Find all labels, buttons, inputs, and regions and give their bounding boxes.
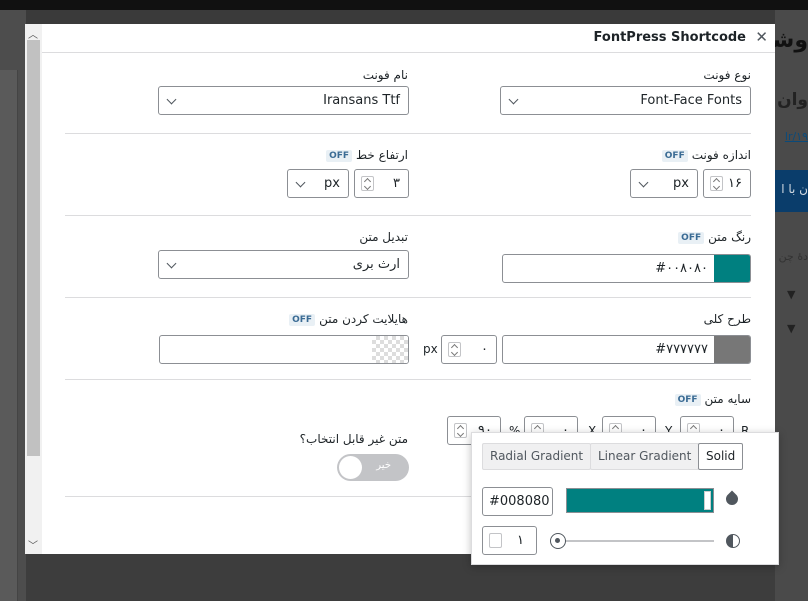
slider-thumb[interactable] (550, 533, 566, 549)
font-type-select[interactable]: Font-Face Fonts (500, 86, 751, 115)
sidebar-column (0, 70, 18, 601)
text-color-label: رنگ متنOFF (678, 230, 751, 244)
outline-unit: px (423, 342, 438, 356)
off-badge[interactable]: OFF (678, 232, 705, 244)
unselectable-toggle[interactable]: خیر (337, 454, 409, 481)
off-badge[interactable]: OFF (289, 314, 316, 326)
text-shadow-label: سایه متنOFF (674, 392, 751, 406)
text-transform-select[interactable]: ارث بری (158, 250, 409, 279)
bg-chevron-icon: ▼ (787, 288, 796, 301)
font-type-label: نوع فونت (703, 68, 751, 82)
font-size-label-text: اندازه فونت (691, 148, 751, 162)
scroll-down-icon[interactable]: ﹀ (28, 537, 38, 552)
color-preview-bar[interactable] (566, 488, 714, 513)
outline-label: طرح کلی (703, 312, 751, 326)
bg-subtitle-fragment: وان (777, 90, 808, 110)
line-height-label-text: ارتفاع خط (356, 148, 408, 162)
chevron-down-icon (638, 177, 649, 188)
divider (65, 379, 751, 380)
stepper-icon[interactable] (454, 423, 467, 438)
contrast-icon (726, 534, 740, 548)
outline-color-value: #۷۷۷۷۷۷ (655, 342, 708, 357)
color-picker-popover: Radial Gradient Linear Gradient Solid #0… (471, 432, 779, 565)
text-shadow-label-text: سایه متن (704, 392, 751, 406)
font-name-value: Iransans Ttf (323, 93, 400, 108)
stepper-icon[interactable] (448, 342, 461, 357)
chevron-down-icon (166, 94, 177, 105)
outline-width-input[interactable]: ۰ (441, 335, 497, 364)
stepper-icon[interactable] (489, 533, 502, 548)
modal-scrollbar[interactable]: ︿ ﹀ (25, 24, 42, 554)
outline-color-field[interactable]: #۷۷۷۷۷۷ (502, 335, 751, 364)
off-badge[interactable]: OFF (661, 150, 688, 162)
divider (65, 133, 751, 134)
text-color-value: #۰۰۸۰۸۰ (655, 261, 708, 276)
stepper-icon[interactable] (710, 176, 723, 191)
tab-radial-gradient[interactable]: Radial Gradient (482, 443, 592, 470)
bg-link-fragment: lr/۱۹ (784, 130, 808, 143)
highlight-label: هایلایت کردن متنOFF (289, 312, 408, 326)
unselectable-label: متن غیر قابل انتخاب؟ (299, 432, 408, 446)
bg-chevron-icon: ▼ (787, 322, 796, 335)
text-transform-value: ارث بری (352, 257, 400, 272)
bg-button-fragment: ن با ا (775, 170, 808, 212)
text-color-label-text: رنگ متن (708, 230, 751, 244)
outline-color-swatch[interactable] (714, 336, 750, 363)
font-size-input[interactable]: ۱۶ (703, 169, 751, 198)
divider (65, 215, 751, 216)
opacity-value: ۱ (517, 533, 524, 548)
line-height-unit: px (324, 176, 340, 191)
chevron-down-icon (295, 177, 306, 188)
font-size-unit-select[interactable]: px (630, 169, 698, 198)
font-size-unit: px (673, 176, 689, 191)
line-height-value: ۳ (393, 176, 400, 191)
outline-width-value: ۰ (481, 342, 488, 357)
line-height-unit-select[interactable]: px (287, 169, 349, 198)
tab-linear-gradient[interactable]: Linear Gradient (590, 443, 700, 470)
tab-solid[interactable]: Solid (698, 443, 744, 470)
modal-title: FontPress Shortcode (593, 30, 746, 45)
line-height-input[interactable]: ۳ (354, 169, 409, 198)
line-height-label: ارتفاع خطOFF (326, 148, 408, 162)
scroll-thumb[interactable] (27, 40, 40, 456)
chevron-down-icon (508, 94, 519, 105)
scroll-up-icon[interactable]: ︿ (28, 26, 38, 41)
highlight-label-text: هایلایت کردن متن (319, 312, 408, 326)
off-badge[interactable]: OFF (326, 150, 353, 162)
font-type-value: Font-Face Fonts (640, 93, 742, 108)
bg-title-fragment: وشت (775, 28, 808, 53)
text-transform-label: تبدیل متن (359, 230, 408, 244)
hex-input[interactable]: #008080 (482, 487, 553, 516)
eyedropper-icon[interactable] (723, 490, 741, 508)
font-size-label: اندازه فونتOFF (661, 148, 751, 162)
text-color-field[interactable]: #۰۰۸۰۸۰ (502, 254, 751, 283)
font-name-label: نام فونت (362, 68, 408, 82)
close-icon[interactable]: ✕ (755, 28, 768, 46)
opacity-input[interactable]: ۱ (482, 526, 537, 555)
divider (65, 297, 751, 298)
text-color-swatch[interactable] (714, 255, 750, 282)
chevron-down-icon (166, 258, 177, 269)
stepper-icon[interactable] (361, 176, 374, 191)
bg-side-fragment: دهٔ چن (778, 250, 808, 263)
highlight-color-field[interactable] (159, 335, 409, 364)
off-badge[interactable]: OFF (674, 394, 701, 406)
modal-header: FontPress Shortcode ✕ (42, 24, 775, 53)
editor-background: وشت وان lr/۱۹ ن با ا دهٔ چن ▼ ▼ (775, 10, 808, 601)
toggle-text: خیر (376, 460, 391, 471)
font-size-value: ۱۶ (728, 176, 742, 191)
toggle-knob[interactable] (339, 456, 362, 479)
color-bar-handle[interactable] (704, 491, 711, 510)
highlight-color-swatch[interactable] (372, 336, 408, 363)
opacity-slider[interactable] (550, 533, 714, 549)
font-name-select[interactable]: Iransans Ttf (158, 86, 409, 115)
admin-bar (0, 0, 808, 10)
